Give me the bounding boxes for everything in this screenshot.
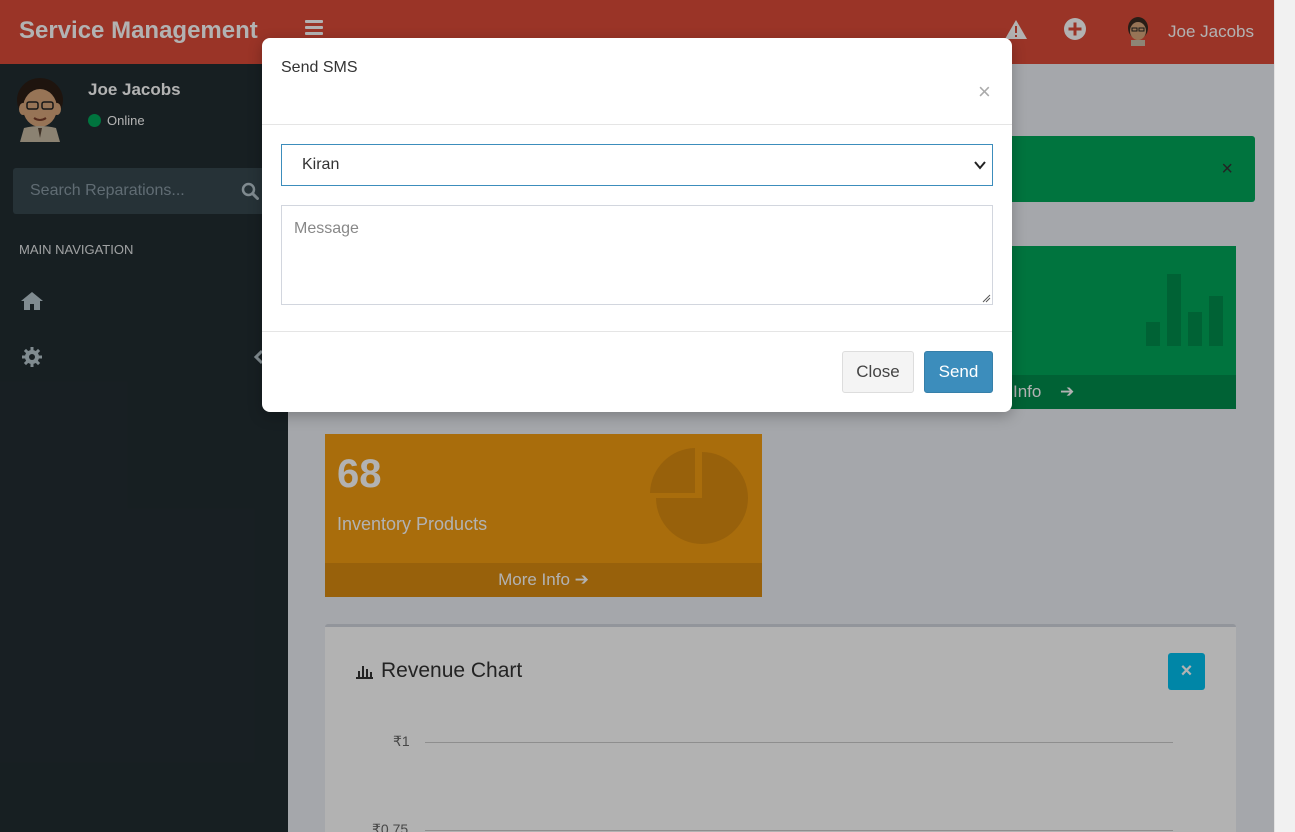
send-sms-modal: Send SMS × Kiran Close Send: [262, 38, 1012, 412]
modal-title: Send SMS: [281, 59, 358, 76]
chevron-down-icon: [974, 161, 986, 170]
page-scrollbar[interactable]: [1274, 0, 1295, 832]
resize-grip-icon[interactable]: [981, 293, 991, 303]
recipient-select[interactable]: Kiran: [281, 144, 993, 186]
modal-divider: [262, 331, 1012, 332]
message-field[interactable]: [281, 205, 993, 305]
send-button[interactable]: Send: [924, 351, 993, 393]
recipient-selected-value: Kiran: [302, 156, 340, 173]
close-icon[interactable]: ×: [978, 81, 991, 103]
close-button[interactable]: Close: [842, 351, 914, 393]
modal-divider: [262, 124, 1012, 125]
